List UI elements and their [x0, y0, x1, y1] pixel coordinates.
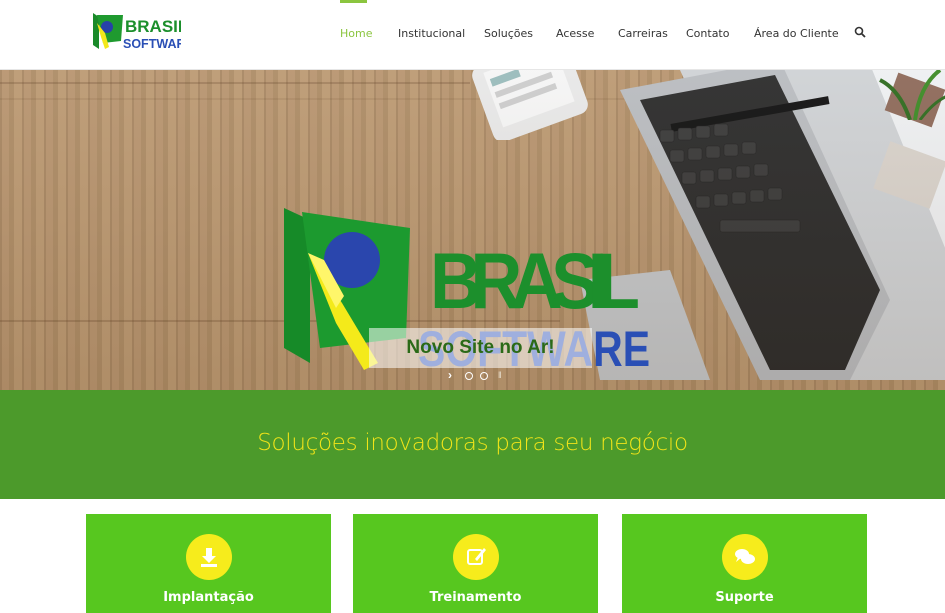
edit-icon [467, 548, 486, 565]
nav-carreiras[interactable]: Carreiras [618, 27, 668, 40]
nav-solucoes[interactable]: Soluções [484, 27, 533, 40]
search-icon[interactable] [854, 26, 866, 38]
slider-dot-2[interactable] [480, 372, 488, 380]
hero-slider: BRASIL SOFTWARE Novo Site no Ar! › ‖ [0, 70, 945, 390]
card-title: Suporte [715, 590, 774, 605]
slider-dot-1[interactable] [465, 372, 473, 380]
active-nav-indicator [340, 0, 367, 3]
nav-acesse[interactable]: Acesse [556, 27, 594, 40]
card-title: Treinamento [429, 590, 522, 605]
main-nav: Home Institucional Soluções Acesse Carre… [0, 0, 945, 70]
edit-icon-circle [453, 534, 499, 580]
nav-area-do-cliente[interactable]: Área do Cliente [754, 27, 839, 40]
chat-icon [735, 549, 755, 564]
download-icon [201, 548, 217, 567]
nav-contato[interactable]: Contato [686, 27, 729, 40]
tagline: Soluções inovadoras para seu negócio [257, 430, 688, 456]
slide-caption: Novo Site no Ar! [369, 328, 592, 368]
slider-pause-icon[interactable]: ‖ [498, 370, 502, 380]
chat-icon-circle [722, 534, 768, 580]
nav-home[interactable]: Home [340, 27, 372, 40]
svg-text:BRASIL: BRASIL [430, 237, 640, 326]
site-header: BRASIL SOFTWARE Home Institucional Soluç… [0, 0, 945, 70]
slider-next-icon[interactable]: › [448, 368, 452, 382]
card-implantacao[interactable]: Implantação [86, 514, 331, 613]
card-treinamento[interactable]: Treinamento [353, 514, 598, 613]
card-suporte[interactable]: Suporte [622, 514, 867, 613]
card-title: Implantação [163, 590, 254, 605]
download-icon-circle [186, 534, 232, 580]
nav-institucional[interactable]: Institucional [398, 27, 465, 40]
